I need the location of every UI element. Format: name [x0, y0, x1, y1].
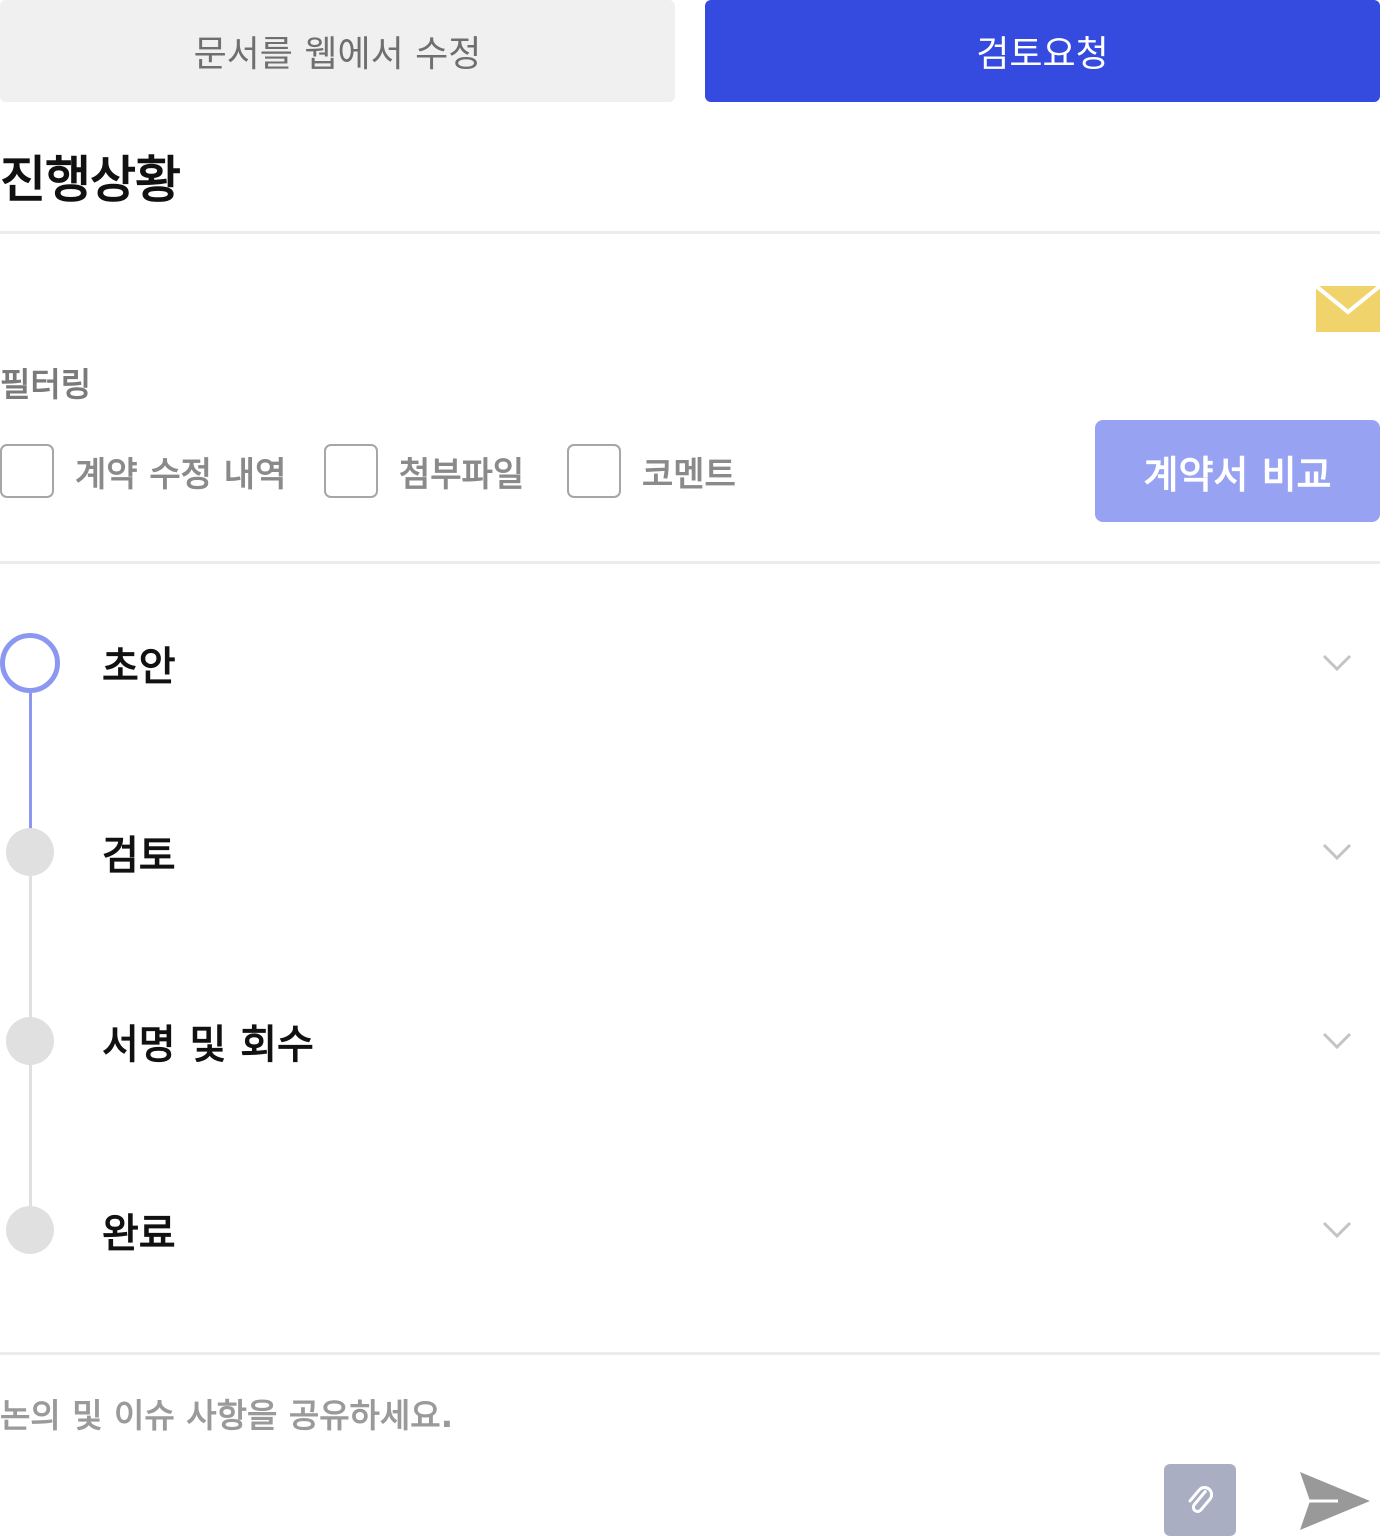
paperclip-icon [1188, 1486, 1214, 1513]
filter-label: 필터링 [0, 365, 92, 404]
mail-icon[interactable] [1316, 286, 1380, 332]
send-icon[interactable] [1298, 1470, 1372, 1532]
filter-checkbox-comments[interactable]: 코멘트 [567, 444, 736, 498]
checkbox[interactable] [567, 444, 621, 498]
divider [0, 561, 1380, 564]
checkbox[interactable] [0, 444, 54, 498]
filter-checkbox-attachments[interactable]: 첨부파일 [324, 444, 524, 498]
review-request-button[interactable]: 검토요청 [705, 0, 1380, 102]
chevron-down-icon[interactable] [1322, 842, 1352, 862]
step-review[interactable]: 검토 [0, 807, 1380, 897]
compare-contract-button[interactable]: 계약서 비교 [1095, 420, 1380, 522]
step-label: 초안 [102, 644, 176, 690]
attach-button[interactable] [1164, 1464, 1236, 1536]
progress-title: 진행상황 [0, 151, 181, 209]
checkbox-label: 코멘트 [642, 454, 736, 495]
step-draft[interactable]: 초안 [0, 618, 1380, 708]
chevron-down-icon[interactable] [1322, 1220, 1352, 1240]
checkbox-label: 첨부파일 [399, 454, 525, 495]
filter-checkbox-contract-history[interactable]: 계약 수정 내역 [0, 444, 286, 498]
checkbox-label: 계약 수정 내역 [75, 454, 287, 495]
comment-input[interactable] [0, 1385, 1100, 1445]
checkbox[interactable] [324, 444, 378, 498]
chevron-down-icon[interactable] [1322, 653, 1352, 673]
divider [0, 1352, 1380, 1355]
divider [0, 231, 1380, 234]
step-sign-collect[interactable]: 서명 및 회수 [0, 996, 1380, 1086]
edit-on-web-button[interactable]: 문서를 웹에서 수정 [0, 0, 675, 102]
step-label: 완료 [102, 1211, 176, 1257]
step-label: 서명 및 회수 [102, 1022, 314, 1068]
chevron-down-icon[interactable] [1322, 1031, 1352, 1051]
step-complete[interactable]: 완료 [0, 1185, 1380, 1275]
step-label: 검토 [102, 833, 176, 879]
